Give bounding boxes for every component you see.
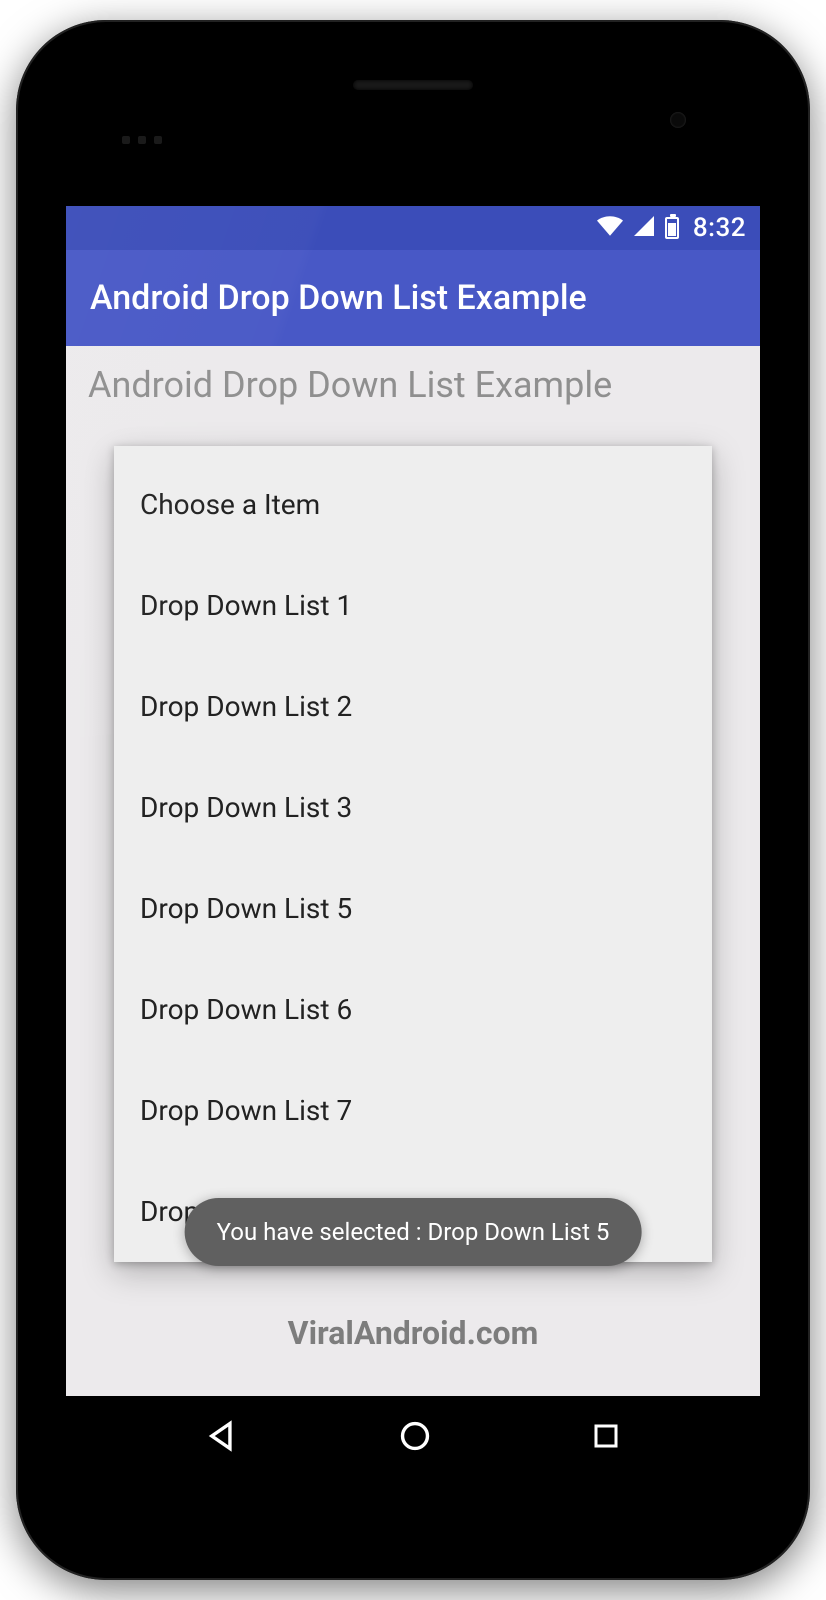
dropdown-item[interactable]: Choose a Item <box>114 454 712 555</box>
home-button[interactable] <box>398 1419 432 1457</box>
dropdown-item[interactable]: Drop Down List 2 <box>114 656 712 757</box>
phone-camera <box>670 112 686 128</box>
phone-frame: 8:32 Android Drop Down List Example Andr… <box>16 20 810 1580</box>
screen: 8:32 Android Drop Down List Example Andr… <box>66 206 760 1480</box>
page-subtitle: Android Drop Down List Example <box>88 364 738 406</box>
status-bar: 8:32 <box>66 206 760 250</box>
phone-speaker <box>353 80 473 90</box>
dropdown-item[interactable]: Drop Down List 3 <box>114 757 712 858</box>
app-bar: Android Drop Down List Example <box>66 250 760 346</box>
content-area: Android Drop Down List Example ViralAndr… <box>66 346 760 1396</box>
dropdown-item[interactable]: Drop Down List 5 <box>114 858 712 959</box>
phone-inner: 8:32 Android Drop Down List Example Andr… <box>30 34 796 1566</box>
toast-message: You have selected : Drop Down List 5 <box>185 1198 642 1266</box>
watermark-text: ViralAndroid.com <box>66 1314 760 1352</box>
dropdown-item[interactable]: Drop Down List 7 <box>114 1060 712 1161</box>
status-time: 8:32 <box>693 213 746 243</box>
navigation-bar <box>66 1396 760 1480</box>
dropdown-item[interactable]: Drop Down List 6 <box>114 959 712 1060</box>
cell-signal-icon <box>633 213 655 243</box>
toast-text: You have selected : Drop Down List 5 <box>217 1218 610 1246</box>
dropdown-item[interactable]: Drop Down List 1 <box>114 555 712 656</box>
wifi-icon <box>597 213 623 243</box>
dropdown-popup[interactable]: Choose a Item Drop Down List 1 Drop Down… <box>114 446 712 1262</box>
phone-sensor-dots <box>122 136 162 144</box>
recents-button[interactable] <box>591 1421 621 1455</box>
battery-icon <box>665 217 679 239</box>
back-button[interactable] <box>205 1419 239 1457</box>
app-bar-title: Android Drop Down List Example <box>90 278 587 318</box>
